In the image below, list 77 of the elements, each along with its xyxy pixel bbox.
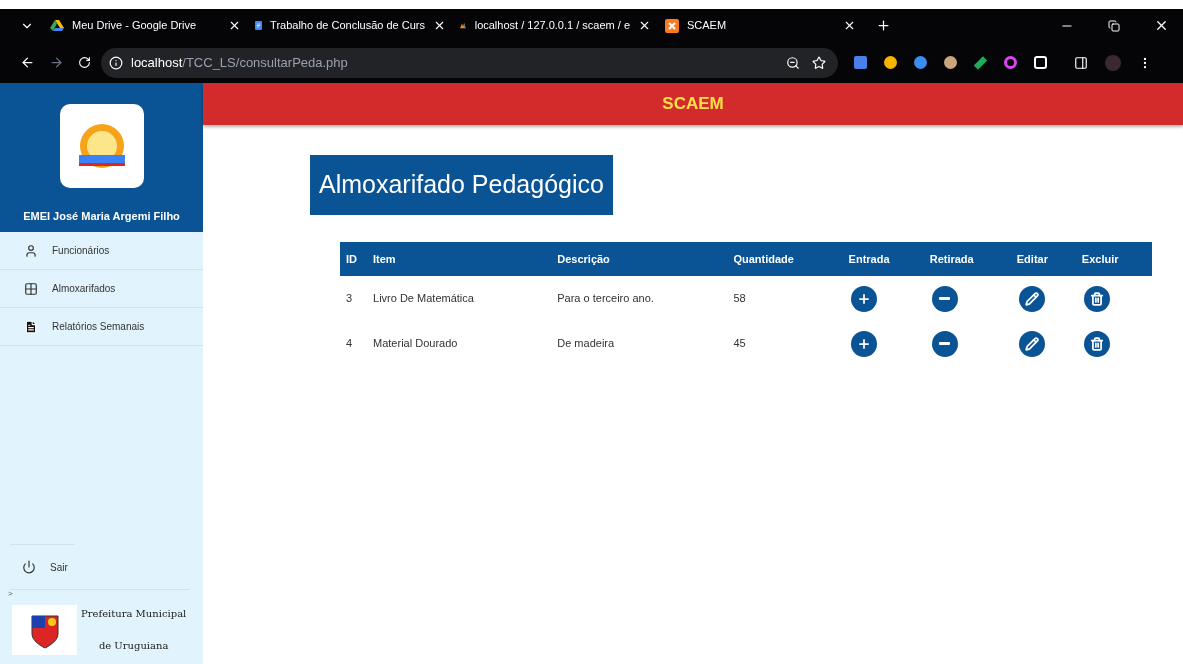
back-icon[interactable] bbox=[20, 55, 35, 70]
url-text: localhost/TCC_LS/consultarPeda.php bbox=[131, 53, 348, 72]
close-icon[interactable] bbox=[433, 19, 446, 32]
grid-icon bbox=[24, 281, 38, 296]
coat-of-arms-drawing bbox=[12, 605, 77, 655]
minus-icon bbox=[939, 297, 951, 300]
restore-icon[interactable] bbox=[1108, 19, 1120, 32]
person-icon bbox=[24, 243, 38, 258]
page-title: Almoxarifado Pedagógico bbox=[310, 155, 613, 215]
edit-button[interactable] bbox=[1018, 285, 1045, 312]
column-header: Retirada bbox=[923, 242, 1011, 276]
column-header: Item bbox=[367, 242, 552, 276]
browser-tab[interactable]: SCAEM bbox=[663, 11, 868, 40]
table-cell: Para o terceiro ano. bbox=[551, 276, 728, 321]
remove-button[interactable] bbox=[931, 285, 958, 312]
extension-icon[interactable] bbox=[1004, 56, 1017, 69]
side-panel-icon[interactable] bbox=[1074, 55, 1088, 70]
trash-icon bbox=[1089, 291, 1104, 306]
column-header: Excluir bbox=[1075, 242, 1152, 276]
delete-button[interactable] bbox=[1083, 330, 1110, 357]
tab-title: Trabalho de Conclusão de Curs bbox=[270, 18, 425, 34]
table-cell: 58 bbox=[727, 276, 843, 321]
browser-tab[interactable]: localhost / 127.0.0.1 / scaem / e bbox=[458, 11, 663, 40]
power-icon bbox=[22, 560, 36, 574]
address-bar[interactable]: localhost/TCC_LS/consultarPeda.php bbox=[101, 47, 838, 78]
plus-icon bbox=[856, 291, 871, 306]
tab-title: SCAEM bbox=[687, 18, 728, 34]
trash-icon bbox=[1089, 336, 1104, 351]
close-icon[interactable] bbox=[638, 19, 651, 32]
footer-text: Prefeitura Municipal de Uruguiana bbox=[81, 607, 187, 653]
school-name: EMEI José Maria Argemi Filho bbox=[23, 209, 180, 224]
sidebar-item[interactable]: Almoxarifados bbox=[0, 270, 203, 308]
tab-title: localhost / 127.0.0.1 / scaem / e bbox=[474, 18, 630, 34]
close-icon[interactable] bbox=[843, 19, 856, 32]
logout-item[interactable]: Sair bbox=[0, 545, 203, 589]
table-cell-text: 4 bbox=[345, 336, 354, 352]
remove-button[interactable] bbox=[931, 330, 958, 357]
minus-icon bbox=[939, 342, 951, 345]
column-header: Descrição bbox=[551, 242, 728, 276]
new-tab-icon[interactable] bbox=[876, 18, 891, 33]
info-icon bbox=[109, 55, 123, 70]
sidebar-item[interactable]: Funcionários bbox=[0, 232, 203, 270]
triangle-logo-icon bbox=[50, 19, 64, 32]
extension-icon[interactable] bbox=[944, 56, 957, 69]
table-cell-text: 45 bbox=[732, 336, 747, 352]
column-header: Entrada bbox=[842, 242, 924, 276]
edit-button[interactable] bbox=[1018, 330, 1045, 357]
arrow-text: > bbox=[8, 590, 14, 598]
pencil-icon bbox=[1024, 291, 1039, 306]
forward-icon[interactable] bbox=[49, 55, 64, 70]
table-cell-text: Material Dourado bbox=[372, 336, 459, 352]
delete-button[interactable] bbox=[1083, 285, 1110, 312]
table-cell: Livro De Matemática bbox=[367, 276, 552, 321]
column-header: Editar bbox=[1010, 242, 1076, 276]
close-icon[interactable] bbox=[1154, 18, 1169, 33]
extension-icon[interactable] bbox=[914, 56, 927, 69]
close-icon[interactable] bbox=[228, 19, 241, 32]
add-button[interactable] bbox=[850, 330, 877, 357]
browser-tab[interactable]: Meu Drive - Google Drive bbox=[48, 11, 253, 40]
brand-title: SCAEM bbox=[662, 93, 724, 116]
zoom-icon[interactable] bbox=[786, 55, 800, 70]
table-cell: 3 bbox=[340, 276, 368, 321]
column-header: Quantidade bbox=[727, 242, 843, 276]
table-cell-text: De madeira bbox=[556, 336, 616, 352]
square-logo-icon bbox=[665, 18, 679, 33]
reload-icon[interactable] bbox=[78, 56, 91, 69]
document-icon bbox=[24, 319, 38, 334]
pencil-icon bbox=[1024, 336, 1039, 351]
browser-tab[interactable]: Trabalho de Conclusão de Curs bbox=[253, 11, 458, 40]
document-icon bbox=[255, 18, 263, 33]
plus-icon bbox=[856, 336, 871, 351]
extension-icon[interactable] bbox=[884, 56, 897, 69]
sidebar-item[interactable]: Relatórios Semanais bbox=[0, 308, 203, 346]
column-header: ID bbox=[340, 242, 368, 276]
bookmark-star-icon[interactable] bbox=[812, 55, 826, 70]
tab-title: Meu Drive - Google Drive bbox=[72, 18, 198, 34]
add-button[interactable] bbox=[850, 285, 877, 312]
